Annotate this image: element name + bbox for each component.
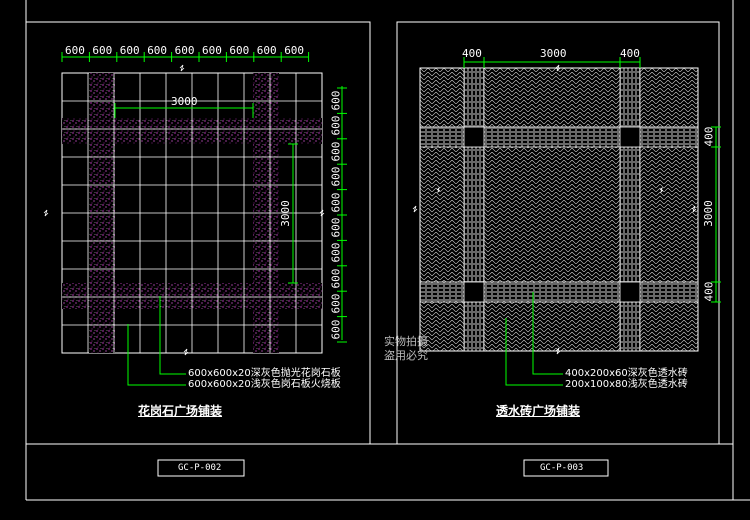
right-material-note-2: 200x100x80浅灰色透水砖 [565, 379, 688, 390]
top-dimension-label: 600 [229, 44, 250, 57]
brick-band-horizontal-1 [419, 126, 699, 148]
permeable-brick-plan [419, 67, 699, 352]
right-side-dim-1: 400 [702, 126, 716, 147]
right-dimension-label: 600 [329, 141, 343, 162]
brick-band-vertical-1 [463, 67, 485, 352]
top-dimension-label: 600 [65, 44, 85, 57]
right-dimension-label: 600 [329, 217, 343, 238]
right-side-dim-2: 3000 [701, 200, 715, 227]
right-dimension-label: 600 [329, 166, 343, 187]
top-dimension-label: 600 [147, 44, 168, 57]
right-dimension-label: 600 [329, 115, 343, 136]
right-dimension-label: 600 [329, 192, 343, 213]
watermark-line-2: 盗用必究 [384, 349, 428, 362]
right-panel-title: 透水砖广场铺装 [496, 404, 581, 418]
right-top-dim-1: 400 [462, 47, 482, 60]
top-dimension-label: 600 [92, 44, 113, 57]
right-dimension-label: 600 [329, 90, 343, 111]
top-dimension-label: 600 [284, 44, 305, 57]
right-side-dim-3: 400 [702, 281, 716, 302]
brick-band-vertical-2 [619, 67, 641, 352]
left-inner-dimension-label: 3000 [171, 95, 198, 108]
left-right-inner-dimension-label: 3000 [278, 200, 292, 227]
right-drawing-code: GC-P-003 [540, 463, 584, 473]
top-dimension-label: 600 [202, 44, 222, 57]
right-top-dim-2: 3000 [540, 47, 567, 60]
drawing-canvas [25, 0, 750, 501]
right-top-dim-3: 400 [620, 47, 640, 60]
top-dimension-label: 600 [119, 44, 140, 57]
top-dimension-label: 600 [256, 44, 277, 57]
right-dimension-label: 600 [329, 319, 343, 340]
top-dimension-label: 600 [174, 44, 195, 57]
watermark-line-1: 实物拍摄 [384, 335, 428, 348]
left-panel-title: 花岗石广场铺装 [138, 404, 223, 418]
left-material-note-1: 600x600x20深灰色抛光花岗石板 [188, 368, 341, 379]
right-dimension-label: 600 [329, 268, 343, 289]
right-dimension-label: 600 [329, 293, 343, 314]
right-dimension-label: 600 [329, 242, 343, 263]
left-drawing-code: GC-P-002 [178, 463, 222, 473]
brick-band-horizontal-2 [419, 281, 699, 303]
right-material-note-1: 400x200x60深灰色透水砖 [565, 368, 688, 379]
left-material-note-2: 600x600x20浅灰色岗石板火烧板 [188, 379, 341, 390]
